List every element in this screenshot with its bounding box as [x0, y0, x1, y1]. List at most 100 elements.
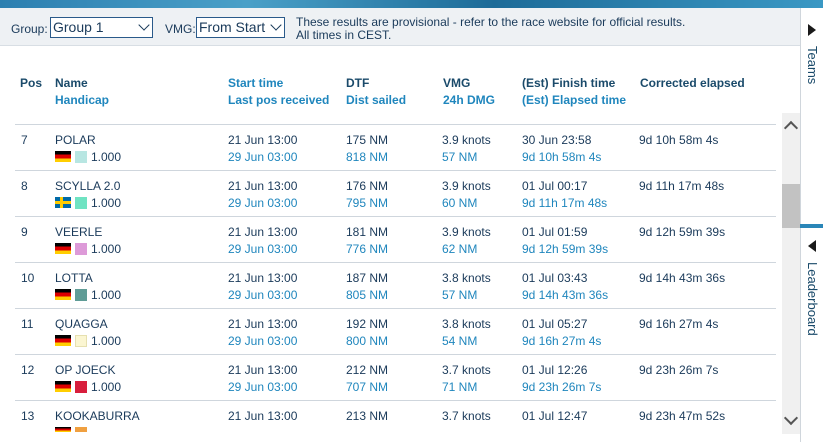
- row-divider: [15, 170, 776, 171]
- row-vmg: 3.7 knots: [442, 363, 491, 377]
- teams-side-tab[interactable]: [800, 8, 823, 224]
- background-strip: [0, 0, 823, 8]
- header-vmg: VMG: [443, 76, 471, 90]
- germany-flag-icon: [55, 335, 71, 346]
- row-start-time: 21 Jun 13:00: [228, 317, 298, 331]
- row-dist-sailed: 800 NM: [346, 334, 389, 348]
- row-dtf: 212 NM: [346, 363, 389, 377]
- row-dtf: 181 NM: [346, 225, 389, 239]
- leaderboard-tab-label: Leaderboard: [805, 262, 820, 336]
- germany-flag-icon: [55, 243, 71, 254]
- row-dist-sailed: 707 NM: [346, 380, 389, 394]
- row-start-time: 21 Jun 13:00: [228, 133, 298, 147]
- row-corrected-elapsed: 9d 11h 17m 48s: [639, 179, 725, 193]
- row-dist-sailed: 776 NM: [346, 242, 389, 256]
- row-dist-sailed: 818 NM: [346, 150, 389, 164]
- row-pos: 8: [21, 179, 28, 193]
- row-dtf: 187 NM: [346, 271, 389, 285]
- row-finish-time: 01 Jul 05:27: [522, 317, 588, 331]
- row-vmg: 3.7 knots: [442, 409, 491, 423]
- row-finish-time: 01 Jul 03:43: [522, 271, 588, 285]
- row-elapsed-time: 9d 14h 43m 36s: [522, 288, 609, 302]
- group-label: Group:: [11, 22, 48, 36]
- row-start-time: 21 Jun 13:00: [228, 271, 298, 285]
- row-corrected-elapsed: 9d 14h 43m 36s: [639, 271, 726, 285]
- row-finish-time: 30 Jun 23:58: [522, 133, 592, 147]
- row-boat-name: VEERLE: [55, 225, 103, 239]
- header-finish-time: (Est) Finish time: [522, 76, 616, 90]
- row-24h-dmg: 54 NM: [442, 334, 478, 348]
- row-handicap: 1.000: [91, 334, 122, 348]
- row-divider: [15, 354, 776, 355]
- row-corrected-elapsed: 9d 23h 47m 52s: [639, 409, 726, 423]
- header-dist-sailed: Dist sailed: [346, 93, 407, 107]
- row-pos: 12: [21, 363, 35, 377]
- boat-color-swatch: [75, 427, 87, 432]
- row-24h-dmg: 62 NM: [442, 242, 478, 256]
- row-last-pos: 29 Jun 03:00: [228, 288, 298, 302]
- row-finish-time: 01 Jul 12:26: [522, 363, 588, 377]
- row-start-time: 21 Jun 13:00: [228, 225, 298, 239]
- germany-flag-icon: [55, 151, 71, 162]
- row-elapsed-time: 9d 23h 26m 7s: [522, 380, 602, 394]
- row-handicap: 1.000: [91, 150, 122, 164]
- group-select-value: Group 1: [53, 19, 104, 35]
- row-vmg: 3.8 knots: [442, 317, 491, 331]
- row-dtf: 192 NM: [346, 317, 389, 331]
- collapse-left-icon[interactable]: [808, 240, 816, 252]
- row-boat-name: QUAGGA: [55, 317, 108, 331]
- row-24h-dmg: 57 NM: [442, 150, 478, 164]
- row-corrected-elapsed: 9d 16h 27m 4s: [639, 317, 719, 331]
- row-finish-time: 01 Jul 00:17: [522, 179, 588, 193]
- row-start-time: 21 Jun 13:00: [228, 179, 298, 193]
- vmg-select[interactable]: From Start: [196, 17, 285, 38]
- header-dtf: DTF: [346, 76, 370, 90]
- row-24h-dmg: 71 NM: [442, 380, 478, 394]
- germany-flag-icon: [55, 289, 71, 300]
- row-handicap: 1.000: [91, 242, 122, 256]
- results-panel: Group: Group 1 VMG: From Start These res…: [0, 8, 800, 442]
- row-corrected-elapsed: 9d 23h 26m 7s: [639, 363, 719, 377]
- row-dtf: 175 NM: [346, 133, 389, 147]
- row-pos: 7: [21, 133, 28, 147]
- chevron-down-icon: [270, 19, 282, 31]
- table-scrollbar[interactable]: [782, 113, 800, 434]
- scrollbar-thumb[interactable]: [782, 184, 800, 228]
- row-pos: 10: [21, 271, 35, 285]
- germany-flag-icon: [55, 381, 71, 392]
- row-divider: [15, 400, 776, 401]
- provisional-notice: These results are provisional - refer to…: [296, 16, 685, 42]
- row-24h-dmg: 60 NM: [442, 196, 478, 210]
- chevron-down-icon: [138, 19, 150, 31]
- row-boat-name: POLAR: [55, 133, 96, 147]
- row-dtf: 213 NM: [346, 409, 389, 423]
- row-finish-time: 01 Jul 01:59: [522, 225, 588, 239]
- row-dist-sailed: 805 NM: [346, 288, 389, 302]
- row-corrected-elapsed: 9d 12h 59m 39s: [639, 225, 726, 239]
- row-divider: [15, 216, 776, 217]
- row-last-pos: 29 Jun 03:00: [228, 334, 298, 348]
- row-start-time: 21 Jun 13:00: [228, 409, 298, 423]
- row-boat-name: KOOKABURRA: [55, 409, 140, 423]
- header-elapsed-time: (Est) Elapsed time: [522, 93, 627, 107]
- header-corrected-elapsed: Corrected elapsed: [640, 76, 745, 90]
- row-dist-sailed: 795 NM: [346, 196, 389, 210]
- expand-right-icon[interactable]: [808, 24, 816, 36]
- row-finish-time: 01 Jul 12:47: [522, 409, 588, 423]
- row-last-pos: 29 Jun 03:00: [228, 380, 298, 394]
- row-last-pos: 29 Jun 03:00: [228, 196, 298, 210]
- row-boat-name: OP JOECK: [55, 363, 116, 377]
- row-last-pos: 29 Jun 03:00: [228, 150, 298, 164]
- sweden-flag-icon: [55, 197, 71, 208]
- header-last-pos: Last pos received: [228, 93, 330, 107]
- row-pos: 9: [21, 225, 28, 239]
- group-select[interactable]: Group 1: [50, 17, 153, 38]
- row-vmg: 3.9 knots: [442, 179, 491, 193]
- row-divider: [15, 262, 776, 263]
- row-handicap: 1.000: [91, 288, 122, 302]
- row-last-pos: 29 Jun 03:00: [228, 242, 298, 256]
- row-elapsed-time: 9d 12h 59m 39s: [522, 242, 609, 256]
- row-vmg: 3.9 knots: [442, 225, 491, 239]
- row-pos: 11: [21, 317, 34, 331]
- row-divider: [15, 308, 776, 309]
